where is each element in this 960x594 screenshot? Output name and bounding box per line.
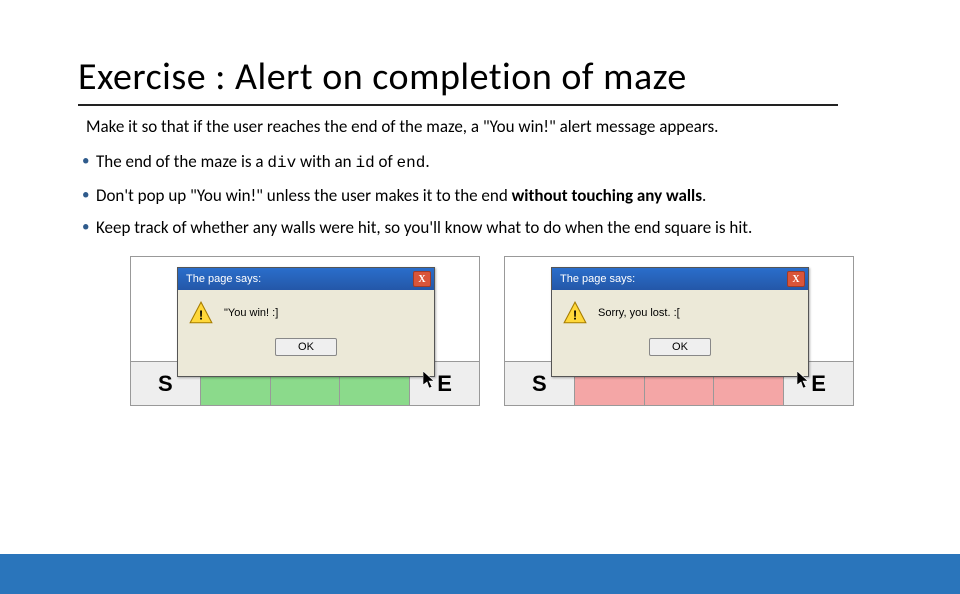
- alert-buttons: OK: [178, 332, 434, 364]
- maze-win: S E The page says: X !: [130, 256, 480, 406]
- alert-body: ! "You win! :]: [178, 290, 434, 332]
- alert-message: "You win! :]: [224, 307, 278, 319]
- footer-bar: [0, 554, 960, 594]
- bullet-3: Keep track of whether any walls were hit…: [82, 217, 872, 240]
- close-icon[interactable]: X: [413, 271, 431, 287]
- bullet-list: The end of the maze is a div with an id …: [82, 151, 872, 240]
- ok-button[interactable]: OK: [275, 338, 337, 356]
- code-id: id: [355, 154, 374, 172]
- code-end: end: [397, 154, 426, 172]
- warning-icon: !: [562, 300, 588, 326]
- cursor-icon: [797, 371, 809, 389]
- maze-lose: S E The page says: X !: [504, 256, 854, 406]
- alert-title: The page says:: [560, 273, 635, 285]
- alert-dialog-lose: The page says: X ! Sorry, you lost. :[ O…: [551, 267, 809, 377]
- bullet-1: The end of the maze is a div with an id …: [82, 151, 872, 175]
- bullet-2: Don't pop up "You win!" unless the user …: [82, 185, 872, 208]
- alert-message: Sorry, you lost. :[: [598, 307, 680, 319]
- alert-titlebar: The page says: X: [552, 268, 808, 290]
- figures: S E The page says: X !: [130, 256, 872, 406]
- alert-titlebar: The page says: X: [178, 268, 434, 290]
- figure-lose: S E The page says: X !: [504, 256, 854, 406]
- cursor-icon: [423, 371, 435, 389]
- lead-text: Make it so that if the user reaches the …: [86, 116, 872, 139]
- slide-body: Make it so that if the user reaches the …: [82, 116, 872, 406]
- alert-dialog-win: The page says: X ! "You win! :] OK: [177, 267, 435, 377]
- alert-buttons: OK: [552, 332, 808, 364]
- warning-icon: !: [188, 300, 214, 326]
- slide: Exercise : Alert on completion of maze M…: [0, 54, 960, 594]
- alert-title: The page says:: [186, 273, 261, 285]
- close-icon[interactable]: X: [787, 271, 805, 287]
- code-div: div: [267, 154, 296, 172]
- figure-win: S E The page says: X !: [130, 256, 480, 406]
- ok-button[interactable]: OK: [649, 338, 711, 356]
- svg-text:!: !: [199, 308, 203, 323]
- svg-text:!: !: [573, 308, 577, 323]
- alert-body: ! Sorry, you lost. :[: [552, 290, 808, 332]
- bold-emphasis: without touching any walls: [512, 185, 702, 206]
- slide-title: Exercise : Alert on completion of maze: [78, 54, 838, 106]
